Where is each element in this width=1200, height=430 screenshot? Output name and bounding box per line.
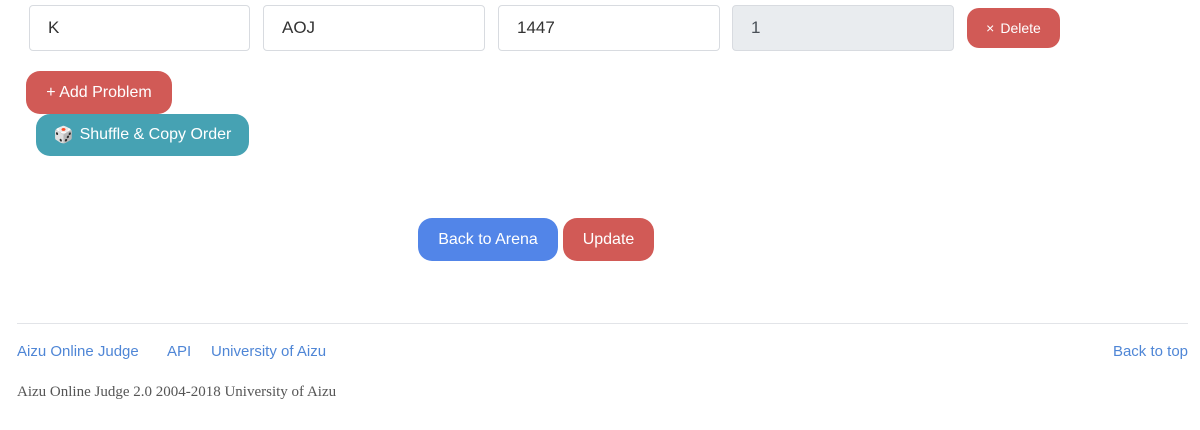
delete-button-label: Delete [1000,20,1041,36]
footer-link-university-of-aizu[interactable]: University of Aizu [211,343,326,360]
problem-id-input[interactable] [498,5,720,51]
footer-divider [17,323,1188,324]
shuffle-copy-order-button[interactable]: 🎲 Shuffle & Copy Order [36,114,249,156]
footer-link-aizu-online-judge[interactable]: Aizu Online Judge [17,343,139,360]
update-button[interactable]: Update [563,218,654,261]
page: × Delete + Add Problem 🎲 Shuffle & Copy … [0,0,1200,430]
problem-source-input[interactable] [263,5,485,51]
back-to-arena-label: Back to Arena [438,230,538,248]
back-to-arena-button[interactable]: Back to Arena [418,218,558,261]
add-problem-label: + Add Problem [46,83,152,101]
footer-link-api[interactable]: API [167,343,191,360]
copyright-text: Aizu Online Judge 2.0 2004-2018 Universi… [17,384,337,400]
shuffle-button-label: Shuffle & Copy Order [79,126,232,143]
delete-button[interactable]: × Delete [967,8,1060,48]
add-problem-button[interactable]: + Add Problem [26,71,172,114]
problem-label-input[interactable] [29,5,250,51]
back-to-top-link[interactable]: Back to top [1113,343,1188,360]
problem-order-input [732,5,954,51]
close-icon: × [986,20,995,36]
dice-icon: 🎲 [53,127,74,144]
update-button-label: Update [582,230,635,248]
